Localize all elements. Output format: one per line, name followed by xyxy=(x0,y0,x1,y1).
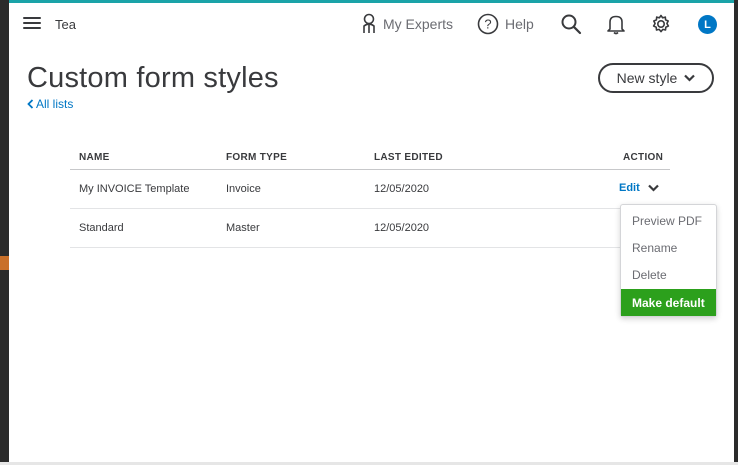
search-icon xyxy=(561,14,582,35)
all-lists-link[interactable]: All lists xyxy=(27,97,73,111)
window-left-accent xyxy=(0,256,9,270)
window-right-border xyxy=(734,0,738,465)
row-form-type: Invoice xyxy=(226,183,261,195)
menu-item-rename[interactable]: Rename xyxy=(621,234,716,261)
table-header: NAME FORM TYPE LAST EDITED ACTION xyxy=(70,150,670,170)
action-dropdown-menu: Preview PDF Rename Delete Make default xyxy=(620,204,717,317)
all-lists-label: All lists xyxy=(36,97,74,111)
user-avatar[interactable]: L xyxy=(698,15,717,34)
chevron-down-icon xyxy=(648,184,659,192)
row-last-edited: 12/05/2020 xyxy=(374,222,430,234)
my-experts-button[interactable]: My Experts xyxy=(361,11,453,37)
chevron-down-icon xyxy=(684,74,696,82)
action-menu-toggle[interactable] xyxy=(648,184,659,192)
menu-item-delete[interactable]: Delete xyxy=(621,261,716,288)
new-style-label: New style xyxy=(616,70,678,86)
row-form-type: Master xyxy=(226,222,260,234)
page-title: Custom form styles xyxy=(27,62,279,94)
svg-text:?: ? xyxy=(484,17,491,32)
help-question-icon: ? xyxy=(477,13,499,35)
edit-link[interactable]: Edit xyxy=(619,182,640,194)
table-row: Standard Master 12/05/2020 xyxy=(70,209,670,248)
row-name: Standard xyxy=(79,222,124,234)
help-label: Help xyxy=(505,16,534,32)
row-action: Edit xyxy=(619,182,659,194)
table-row: My INVOICE Template Invoice 12/05/2020 E… xyxy=(70,170,670,209)
form-styles-table: NAME FORM TYPE LAST EDITED ACTION My INV… xyxy=(70,150,670,248)
search-button[interactable] xyxy=(560,11,582,37)
hamburger-menu-icon[interactable] xyxy=(23,16,41,30)
help-button[interactable]: ? Help xyxy=(477,11,534,37)
menu-item-make-default[interactable]: Make default xyxy=(621,289,716,316)
company-name: Tea xyxy=(55,17,76,32)
column-header-action: ACTION xyxy=(623,152,664,163)
settings-button[interactable] xyxy=(650,11,672,37)
bell-icon xyxy=(607,15,625,35)
chevron-left-icon xyxy=(27,99,34,109)
top-navigation-bar: Tea My Experts ? Help L xyxy=(9,3,734,45)
row-last-edited: 12/05/2020 xyxy=(374,183,430,195)
column-header-last-edited[interactable]: LAST EDITED xyxy=(374,152,443,163)
window-left-border xyxy=(0,0,9,465)
column-header-name[interactable]: NAME xyxy=(79,152,110,163)
new-style-button[interactable]: New style xyxy=(598,63,714,93)
row-name: My INVOICE Template xyxy=(79,183,190,195)
gear-icon xyxy=(652,14,670,33)
expert-person-icon xyxy=(363,13,375,33)
my-experts-label: My Experts xyxy=(383,16,454,32)
menu-item-preview-pdf[interactable]: Preview PDF xyxy=(621,207,716,234)
column-header-form-type[interactable]: FORM TYPE xyxy=(226,152,287,163)
notifications-button[interactable] xyxy=(606,11,626,37)
